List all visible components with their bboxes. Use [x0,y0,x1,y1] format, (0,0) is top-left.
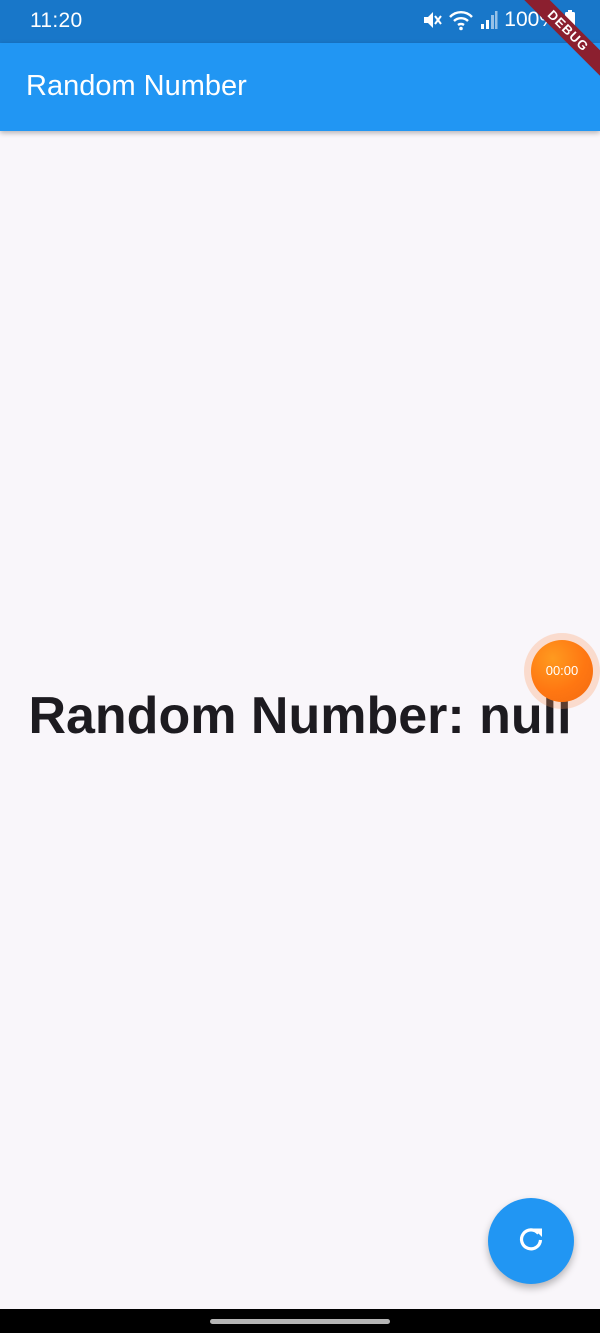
signal-icon [480,9,498,31]
app-screen: 11:20 100% DEBUG Random Number Random Nu… [0,0,600,1333]
home-gesture-handle[interactable] [210,1319,390,1324]
status-time: 11:20 [30,9,83,32]
system-navigation-bar [0,1309,600,1333]
random-number-text: Random Number: null [28,687,572,745]
status-bar: 11:20 100% [0,0,600,43]
refresh-icon [516,1224,546,1259]
wifi-icon [448,9,474,31]
app-bar: Random Number [0,43,600,131]
refresh-button[interactable] [488,1198,574,1284]
mute-icon [422,9,443,31]
app-bar-title: Random Number [26,70,247,102]
recorder-timer-bubble[interactable]: 00:00 [531,640,593,702]
